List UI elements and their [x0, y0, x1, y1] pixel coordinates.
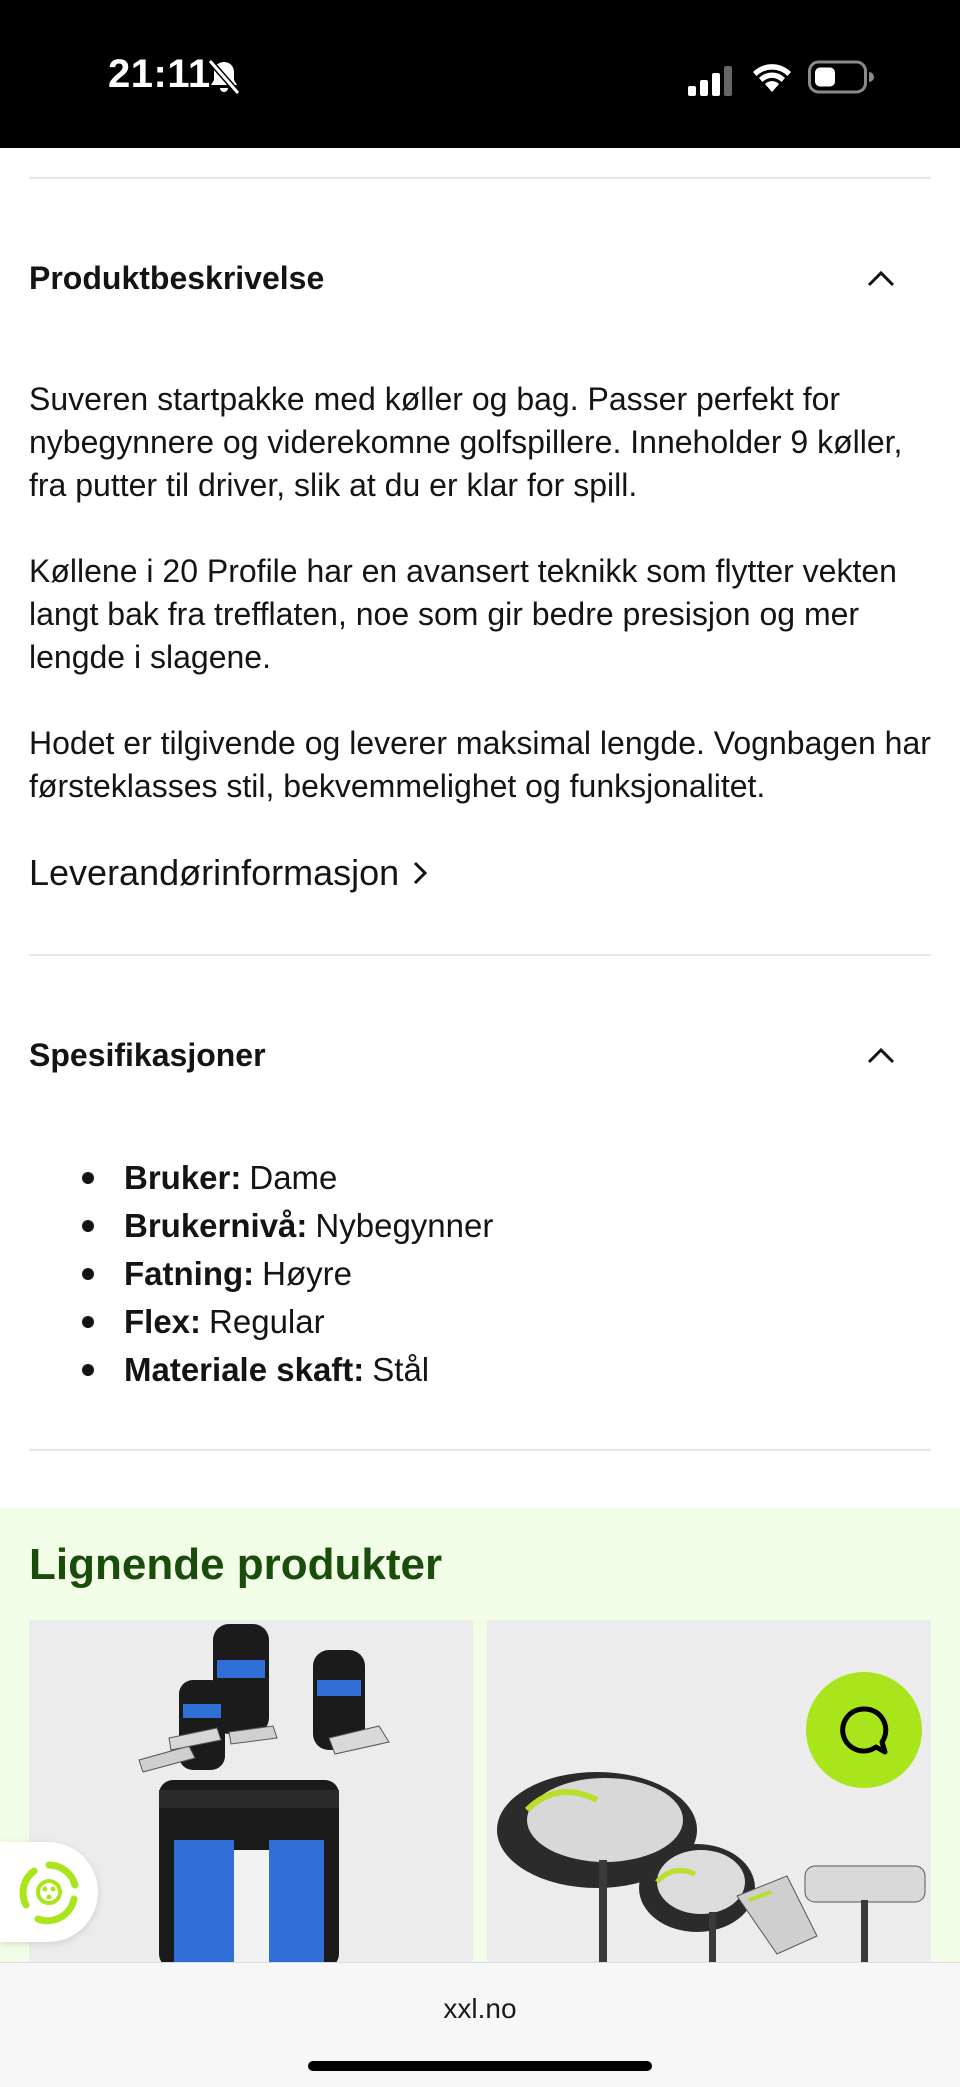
recycle-icon	[19, 1861, 79, 1925]
divider	[29, 177, 931, 179]
battery-icon	[808, 60, 874, 94]
recycle-badge[interactable]	[0, 1842, 98, 1942]
divider	[29, 1449, 931, 1451]
supplier-info-link[interactable]: Leverandørinformasjon	[29, 852, 433, 894]
spec-label: Bruker:	[124, 1159, 242, 1196]
product-image-golf-bag	[138, 1624, 390, 1968]
chat-bubble-icon	[840, 1706, 889, 1755]
chevron-up-icon[interactable]	[861, 258, 901, 298]
wifi-icon	[753, 64, 791, 92]
spec-item: Bruker: Dame	[82, 1154, 493, 1202]
spec-value: Dame	[249, 1159, 338, 1196]
spec-item: Fatning: Høyre	[82, 1250, 493, 1298]
specs-accordion-header[interactable]: Spesifikasjoner	[29, 1025, 931, 1085]
section-title: Spesifikasjoner	[29, 1036, 266, 1073]
bullet	[82, 1268, 94, 1280]
home-indicator	[308, 2061, 652, 2071]
spec-label: Materiale skaft:	[124, 1351, 365, 1388]
status-time: 21:11	[108, 52, 211, 96]
description-accordion-header[interactable]: Produktbeskrivelse	[29, 248, 931, 308]
browser-address-bar[interactable]: xxl.no	[0, 1962, 960, 2087]
bullet	[82, 1172, 94, 1184]
supplier-info-label: Leverandørinformasjon	[29, 852, 400, 893]
spec-value: Stål	[372, 1351, 430, 1388]
description-paragraph: Suveren startpakke med køller og bag. Pa…	[29, 381, 903, 503]
product-description: Suveren startpakke med køller og bag. Pa…	[29, 378, 939, 808]
section-title: Produktbeskrivelse	[29, 259, 325, 296]
spec-item: Brukernivå: Nybegynner	[82, 1202, 493, 1250]
chat-button[interactable]	[806, 1672, 922, 1788]
spec-label: Flex:	[124, 1303, 202, 1340]
status-bar: 21:11	[0, 0, 960, 148]
spec-label: Brukernivå:	[124, 1207, 308, 1244]
spec-item: Materiale skaft: Stål	[82, 1346, 493, 1394]
chevron-up-icon[interactable]	[861, 1035, 901, 1075]
url-text[interactable]: xxl.no	[0, 1993, 960, 2025]
bullet	[82, 1220, 94, 1232]
spec-value: Regular	[209, 1303, 325, 1340]
similar-products-title: Lignende produkter	[29, 1540, 443, 1589]
bullet	[82, 1364, 94, 1376]
product-card[interactable]	[29, 1620, 473, 1968]
spec-value: Høyre	[262, 1255, 352, 1292]
description-paragraph: Hodet er tilgivende og leverer maksimal …	[29, 725, 931, 804]
bullet	[82, 1316, 94, 1328]
spec-list: Bruker: Dame Brukernivå: Nybegynner Fatn…	[82, 1154, 493, 1394]
spec-label: Fatning:	[124, 1255, 255, 1292]
divider	[29, 954, 931, 956]
description-paragraph: Køllene i 20 Profile har en avansert tek…	[29, 553, 897, 675]
signal-icon	[688, 66, 732, 96]
spec-item: Flex: Regular	[82, 1298, 493, 1346]
chevron-right-icon	[414, 861, 428, 885]
spec-value: Nybegynner	[315, 1207, 494, 1244]
bell-slash-icon	[207, 59, 241, 95]
